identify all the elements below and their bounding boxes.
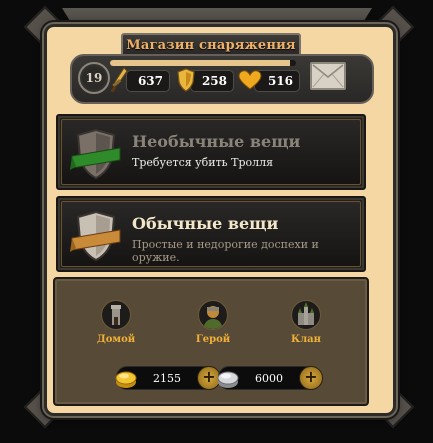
common-shield-icon xyxy=(70,210,121,262)
level-badge[interactable]: 19 xyxy=(78,62,110,94)
clan-label: Клан xyxy=(291,334,321,345)
gold-coins-icon xyxy=(115,371,137,388)
defense-value: 258 xyxy=(201,74,227,88)
level-value: 19 xyxy=(85,71,103,85)
castle-icon xyxy=(291,300,321,330)
attack-value: 637 xyxy=(137,74,163,88)
home-button[interactable]: Домой xyxy=(84,300,148,350)
sword-icon xyxy=(110,67,128,93)
category-subtitle: Требуется убить Тролля xyxy=(132,156,274,169)
hero-button[interactable]: Герой xyxy=(181,300,245,350)
clan-button[interactable]: Клан xyxy=(274,300,338,350)
tower-icon xyxy=(101,300,131,330)
category-title: Необычные вещи xyxy=(132,132,301,151)
xp-progress-bar xyxy=(110,60,296,66)
uncommon-shield-icon xyxy=(70,128,121,180)
category-title: Обычные вещи xyxy=(132,214,279,233)
heart-icon xyxy=(238,70,262,90)
home-label: Домой xyxy=(96,334,136,345)
hero-icon xyxy=(198,300,228,330)
silver-currency: 6000 + xyxy=(217,366,323,390)
mail-button[interactable] xyxy=(310,62,346,90)
defense-stat[interactable]: 258 xyxy=(190,70,234,92)
attack-stat[interactable]: 637 xyxy=(126,70,170,92)
xp-progress-fill xyxy=(110,60,291,66)
category-uncommon-items[interactable]: Необычные вещи Требуется убить Тролля xyxy=(56,114,366,190)
silver-coins-icon xyxy=(217,371,239,388)
health-value: 516 xyxy=(267,74,293,88)
mail-envelope-icon xyxy=(312,64,344,88)
gold-value: 2155 xyxy=(153,371,181,385)
category-subtitle: Простые и недорогие доспехи и оружие. xyxy=(132,238,319,264)
category-common-items[interactable]: Обычные вещи Простые и недорогие доспехи… xyxy=(56,196,366,272)
hero-label: Герой xyxy=(195,334,231,345)
plus-icon: + xyxy=(304,367,318,386)
shield-icon xyxy=(177,68,195,92)
silver-value: 6000 xyxy=(255,371,283,385)
window-title: Магазин снаряжения xyxy=(126,37,296,53)
gold-currency: 2155 + xyxy=(115,366,221,390)
plus-icon: + xyxy=(202,367,216,386)
add-silver-button[interactable]: + xyxy=(299,366,323,390)
